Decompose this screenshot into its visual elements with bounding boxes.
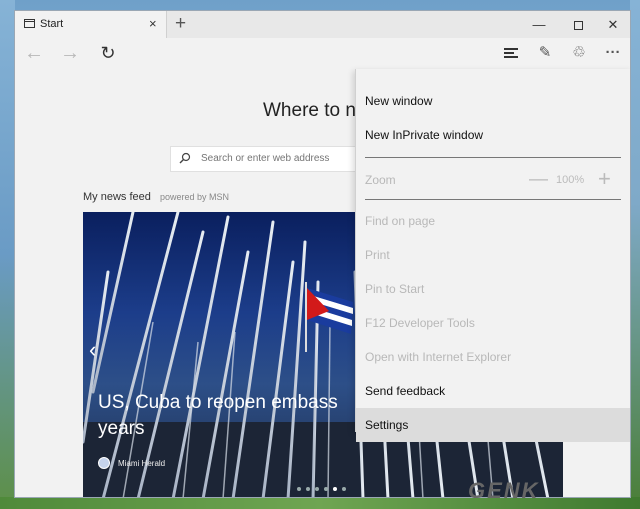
- desktop-background-right: [630, 0, 640, 509]
- search-icon: [179, 152, 191, 164]
- news-source-name: Miami Herald: [118, 459, 166, 468]
- title-bar: Start × + — ✕: [15, 11, 630, 38]
- menu-item-print[interactable]: Print: [356, 238, 630, 272]
- menu-item-new-inprivate-window[interactable]: New InPrivate window: [356, 118, 630, 152]
- carousel-dot[interactable]: [333, 487, 337, 491]
- watermark-logo: GENK: [468, 478, 540, 503]
- menu-item-find-on-page[interactable]: Find on page: [356, 204, 630, 238]
- carousel-indicators: [297, 478, 351, 491]
- menu-item-pin-to-start[interactable]: Pin to Start: [356, 272, 630, 306]
- navigation-toolbar: ← → ↻ ✎ ♲ ···: [15, 38, 630, 68]
- menu-divider: [365, 199, 621, 200]
- menu-item-send-feedback[interactable]: Send feedback: [356, 374, 630, 408]
- page-icon: [24, 19, 35, 28]
- minimize-button[interactable]: —: [521, 11, 557, 38]
- tab-title: Start: [40, 18, 64, 30]
- news-feed-label: My news feed: [83, 191, 151, 203]
- zoom-level: 100%: [556, 174, 585, 186]
- maximize-button[interactable]: [560, 11, 596, 38]
- hub-icon: [504, 48, 518, 59]
- menu-item-f12-developer-tools[interactable]: F12 Developer Tools: [356, 306, 630, 340]
- carousel-dot[interactable]: [324, 487, 328, 491]
- more-actions-menu: New window New InPrivate window Zoom — 1…: [355, 69, 630, 442]
- desktop-background-bottom: [0, 497, 640, 509]
- menu-divider: [365, 157, 621, 158]
- maximize-icon: [573, 21, 583, 31]
- news-source-logo: [98, 457, 110, 469]
- menu-item-settings[interactable]: Settings: [356, 408, 630, 442]
- menu-item-zoom: Zoom: [365, 173, 396, 187]
- carousel-dot[interactable]: [306, 487, 310, 491]
- carousel-dot[interactable]: [297, 487, 301, 491]
- hub-button[interactable]: [499, 43, 523, 63]
- carousel-prev-button[interactable]: ‹: [89, 337, 96, 363]
- page-title: Where to ne: [263, 100, 367, 121]
- carousel-dot[interactable]: [315, 487, 319, 491]
- menu-item-new-window[interactable]: New window: [356, 84, 630, 118]
- refresh-button[interactable]: ↻: [93, 41, 123, 65]
- search-box[interactable]: [170, 146, 370, 172]
- new-tab-button[interactable]: +: [175, 12, 186, 36]
- share-button[interactable]: ♲: [567, 43, 591, 63]
- web-note-button[interactable]: ✎: [533, 43, 557, 63]
- news-headline[interactable]: US, Cuba to reopen embass years: [98, 390, 368, 442]
- zoom-in-button[interactable]: +: [598, 168, 611, 190]
- tab-start[interactable]: Start ×: [15, 11, 167, 38]
- close-window-button[interactable]: ✕: [595, 11, 630, 38]
- edge-browser-window: Start × + — ✕ ← → ↻ ✎ ♲ ··· Where to ne …: [14, 10, 631, 498]
- back-button[interactable]: ←: [19, 41, 49, 65]
- more-actions-button[interactable]: ···: [601, 43, 625, 63]
- desktop-background-left: [0, 0, 15, 509]
- forward-button[interactable]: →: [55, 41, 85, 65]
- carousel-dot[interactable]: [342, 487, 346, 491]
- tab-close-icon[interactable]: ×: [149, 16, 157, 31]
- news-feed-powered-by: powered by MSN: [160, 192, 230, 202]
- zoom-out-button[interactable]: —: [529, 170, 548, 189]
- search-input[interactable]: [201, 153, 361, 164]
- menu-item-open-with-ie[interactable]: Open with Internet Explorer: [356, 340, 630, 374]
